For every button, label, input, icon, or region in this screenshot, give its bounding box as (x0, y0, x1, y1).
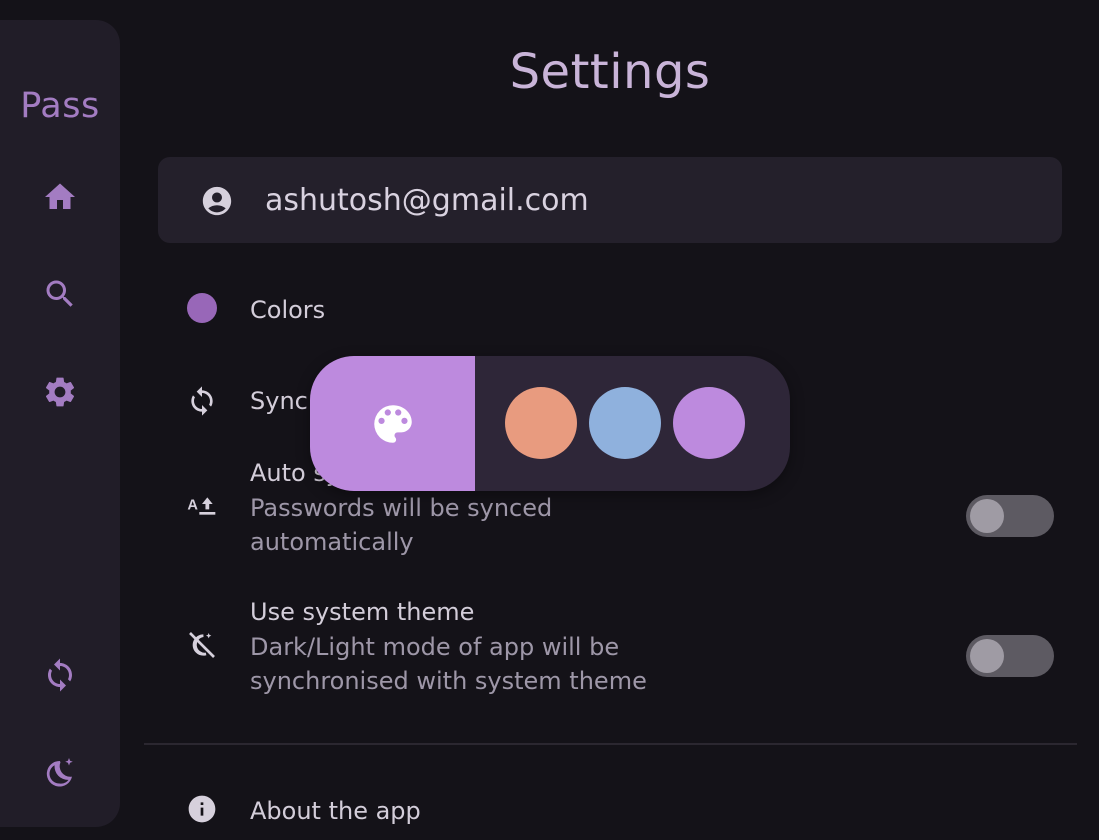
rail-sync-button[interactable] (36, 651, 84, 699)
home-icon (45, 183, 75, 209)
auto-sync-toggle[interactable] (966, 495, 1054, 537)
rail-settings-button[interactable] (36, 368, 84, 416)
toggle-thumb (970, 639, 1004, 673)
rail-theme-button[interactable] (36, 749, 84, 797)
color-picker-popup (310, 356, 790, 491)
colors-setting[interactable]: Colors (250, 296, 325, 324)
system-theme-toggle[interactable] (966, 635, 1054, 677)
gear-icon (45, 377, 75, 407)
color-swatch-purple[interactable] (673, 387, 745, 459)
account-circle-icon (200, 184, 234, 218)
about-app-setting[interactable]: About the app (250, 797, 421, 825)
system-theme-description: Dark/Light mode of app will be synchroni… (250, 633, 647, 695)
rail-search-button[interactable] (36, 270, 84, 318)
search-icon (46, 280, 73, 307)
palette-button[interactable] (310, 356, 475, 491)
auto-sync-description: Passwords will be synced automatically (250, 494, 553, 556)
theme-auto-off-icon (184, 627, 220, 663)
system-theme-label: Use system theme (250, 598, 475, 626)
moon-icon (46, 758, 73, 787)
color-swatch-blue[interactable] (589, 387, 661, 459)
palette-icon (373, 404, 412, 443)
sync-icon (48, 658, 72, 692)
toggle-thumb (970, 499, 1004, 533)
rail-home-button[interactable] (36, 173, 84, 221)
info-icon (184, 791, 220, 827)
account-email: ashutosh@gmail.com (265, 183, 589, 218)
navigation-rail: Pass (0, 20, 120, 827)
page-title: Settings (509, 44, 711, 100)
color-dot-icon (187, 293, 217, 323)
text-upload-icon: A (184, 490, 220, 526)
sync-icon (184, 383, 220, 419)
sync-setting[interactable]: Sync (250, 387, 308, 415)
svg-text:A: A (187, 497, 198, 513)
app-title: Pass (20, 86, 100, 126)
color-swatch-peach[interactable] (505, 387, 577, 459)
divider (144, 743, 1077, 745)
